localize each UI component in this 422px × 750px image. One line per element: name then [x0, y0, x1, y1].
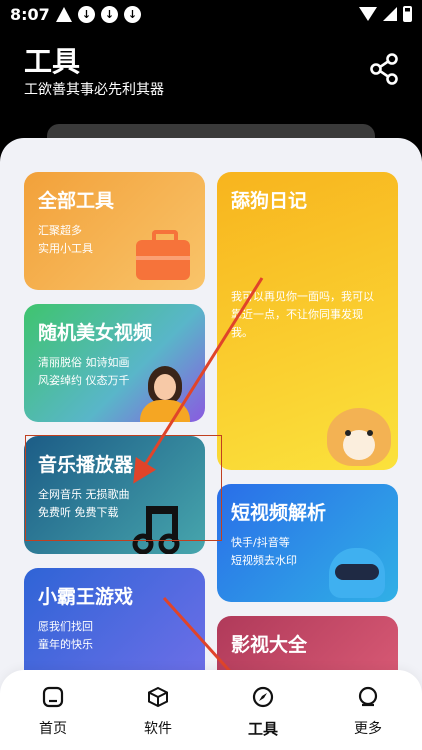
home-icon	[42, 686, 64, 708]
card-desc: 全网音乐 无损歌曲	[38, 488, 130, 501]
doge-eye	[367, 430, 373, 436]
card-desc: 童年的快乐	[38, 638, 93, 651]
music-player-card[interactable]: 音乐播放器 全网音乐 无损歌曲 免费听 免费下载	[24, 436, 205, 554]
girl-body-icon	[140, 400, 190, 422]
compass-icon	[252, 686, 274, 708]
card-desc: 短视频去水印	[231, 554, 297, 567]
battery-icon	[403, 6, 412, 22]
doge-eye	[345, 430, 351, 436]
card-title: 全部工具	[38, 190, 115, 212]
tab-software[interactable]: 软件	[128, 686, 188, 742]
card-desc: 免费听 免费下载	[38, 506, 119, 519]
card-title: 音乐播放器	[38, 454, 134, 476]
tab-home[interactable]: 首页	[23, 686, 83, 742]
share-icon[interactable]	[368, 52, 402, 86]
card-desc: 风姿绰约 仪态万千	[38, 374, 130, 387]
tab-label: 首页	[39, 721, 67, 737]
download-icon: ↓	[78, 6, 95, 23]
card-desc: 我可以再见你一面吗，我可以	[231, 290, 374, 303]
download-icon: ↓	[124, 6, 141, 23]
wifi-icon	[359, 7, 377, 21]
download-icon: ↓	[101, 6, 118, 23]
warning-icon	[56, 7, 72, 22]
tab-label: 更多	[354, 721, 382, 737]
bottom-tab-bar: 首页 软件 工具 更多	[0, 670, 422, 750]
girl-face-icon	[154, 374, 176, 400]
card-title: 随机美女视频	[38, 322, 153, 344]
card-title: 舔狗日记	[231, 190, 308, 212]
status-bar: 8:07 ↓ ↓ ↓	[0, 0, 422, 30]
tab-more[interactable]: 更多	[338, 686, 398, 742]
tab-label: 软件	[144, 721, 172, 737]
toolbox-icon	[136, 230, 190, 280]
more-icon	[358, 686, 378, 707]
card-desc: 愿我们找回	[38, 620, 93, 633]
short-video-card[interactable]: 短视频解析 快手/抖音等 短视频去水印	[217, 484, 398, 602]
page-title: 工具	[24, 45, 81, 78]
page-subtitle: 工欲善其事必先利其器	[24, 82, 164, 98]
card-desc: 靠近一点，不让你同事发现	[231, 308, 363, 321]
game-card[interactable]: 小霸王游戏 愿我们找回 童年的快乐	[24, 568, 205, 686]
cube-icon	[148, 686, 168, 708]
card-title: 小霸王游戏	[38, 586, 134, 608]
card-title: 短视频解析	[231, 502, 327, 524]
all-tools-card[interactable]: 全部工具 汇聚超多 实用小工具	[24, 172, 205, 290]
card-title: 影视大全	[231, 634, 308, 656]
tab-label: 工具	[247, 720, 278, 738]
tab-tools[interactable]: 工具	[233, 686, 293, 742]
card-desc: 我。	[231, 326, 253, 339]
signal-icon	[383, 7, 397, 21]
robot-visor	[335, 564, 379, 580]
music-note-icon	[132, 506, 180, 554]
beauty-video-card[interactable]: 随机美女视频 清丽脱俗 如诗如画 风姿绰约 仪态万千	[24, 304, 205, 422]
card-desc: 实用小工具	[38, 242, 93, 255]
card-desc: 快手/抖音等	[231, 536, 290, 549]
dog-diary-card[interactable]: 舔狗日记 我可以再见你一面吗，我可以 靠近一点，不让你同事发现 我。	[217, 172, 398, 470]
card-desc: 清丽脱俗 如诗如画	[38, 356, 130, 369]
status-time: 8:07	[10, 5, 50, 24]
card-desc: 汇聚超多	[38, 224, 82, 237]
